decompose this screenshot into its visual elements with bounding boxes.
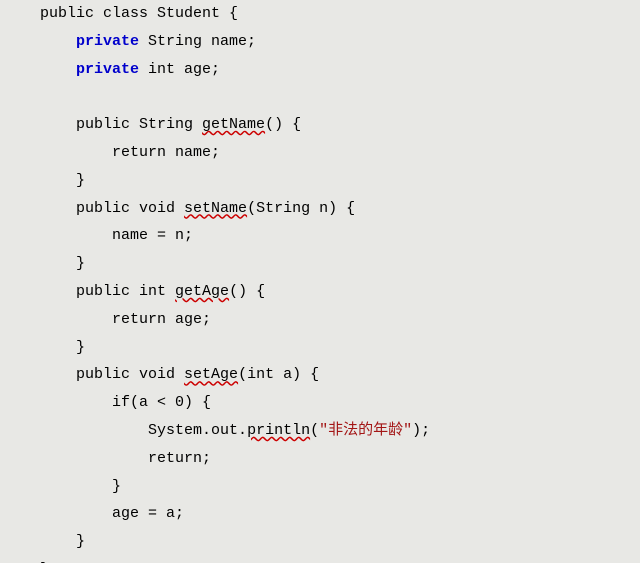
method-setName-sig: public void setName(String n) { (76, 200, 355, 217)
println-call: System.out.println("非法的年龄"); (148, 422, 430, 439)
brace-close: } (76, 339, 85, 356)
field-name: private String name; (76, 33, 256, 50)
code-block: public class Student { private String na… (0, 0, 640, 563)
method-name-setAge: setAge (184, 366, 238, 383)
method-name-getName: getName (202, 116, 265, 133)
class-decl: public class Student { (40, 5, 238, 22)
method-getName-sig: public String getName() { (76, 116, 301, 133)
method-setAge-sig: public void setAge(int a) { (76, 366, 319, 383)
method-name-setName: setName (184, 200, 247, 217)
field-age: private int age; (76, 61, 220, 78)
brace-close: } (76, 533, 85, 550)
assign-name: name = n; (112, 227, 193, 244)
keyword-private: private (76, 61, 139, 78)
string-literal: "非法的年龄" (319, 422, 412, 439)
brace-close: } (76, 172, 85, 189)
brace-close: } (76, 255, 85, 272)
return-age: return age; (112, 311, 211, 328)
assign-age: age = a; (112, 505, 184, 522)
keyword-private: private (76, 33, 139, 50)
return-keyword: return; (148, 450, 211, 467)
brace-close: } (112, 478, 121, 495)
return-name: return name; (112, 144, 220, 161)
method-name-println: println (247, 422, 310, 439)
if-condition: if(a < 0) { (112, 394, 211, 411)
method-getAge-sig: public int getAge() { (76, 283, 265, 300)
method-name-getAge: getAge (175, 283, 229, 300)
